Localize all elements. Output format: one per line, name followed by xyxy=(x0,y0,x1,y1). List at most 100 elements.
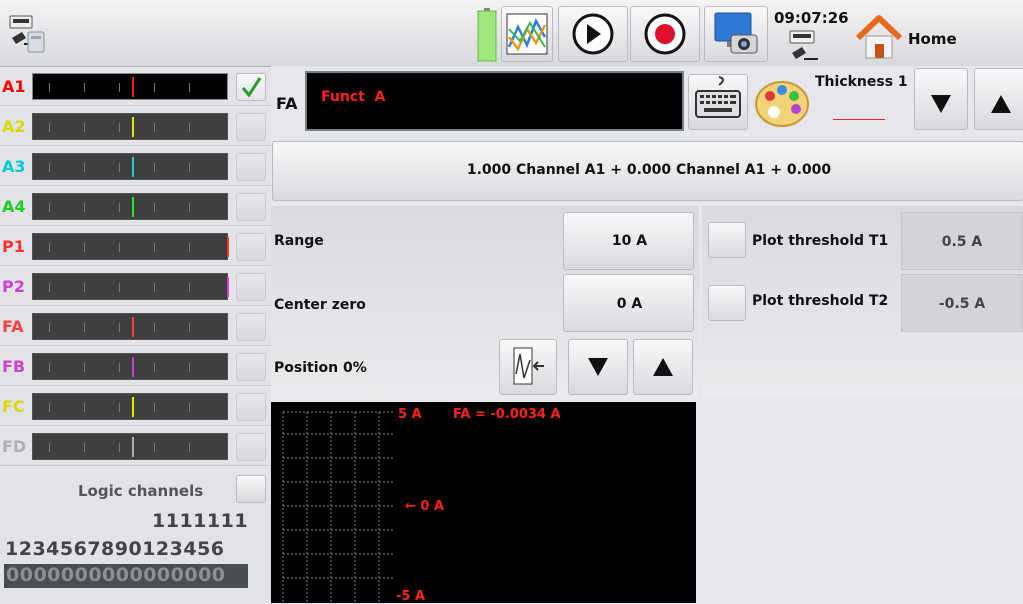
channel-row-p1[interactable]: P1 xyxy=(0,229,271,266)
trace-tick xyxy=(49,203,50,212)
trace-tick xyxy=(189,83,190,92)
channel-row-a3[interactable]: A3 xyxy=(0,149,271,186)
position-label: Position 0% xyxy=(274,360,367,376)
channel-mini-trace xyxy=(32,73,228,100)
trace-tick xyxy=(119,123,120,132)
center-zero-button[interactable]: 0 A xyxy=(563,274,694,332)
channel-label: FD xyxy=(2,437,27,456)
chart-view-icon xyxy=(506,13,548,55)
scope-grid xyxy=(282,411,393,603)
channel-label: P2 xyxy=(2,277,25,296)
trace-position-marker xyxy=(227,277,229,297)
trace-tick xyxy=(49,283,50,292)
trace-tick xyxy=(119,323,120,332)
channel-checkbox[interactable] xyxy=(236,113,266,141)
trace-tick xyxy=(119,443,120,452)
channel-label: A4 xyxy=(2,197,26,216)
screenshot-button[interactable] xyxy=(704,6,768,62)
trace-tick xyxy=(84,123,85,132)
auto-position-button[interactable] xyxy=(499,339,557,395)
channel-mini-trace xyxy=(32,393,228,420)
logic-row-tens: 1111111 xyxy=(152,510,249,532)
keyboard-button[interactable] xyxy=(688,74,748,130)
threshold-t1-value-button[interactable]: 0.5 A xyxy=(901,212,1023,270)
trace-position-marker xyxy=(132,157,134,177)
logic-row-states: 0000000000000000 xyxy=(4,564,248,588)
trace-position-marker xyxy=(132,117,134,137)
channel-mini-trace xyxy=(32,193,228,220)
play-button[interactable] xyxy=(558,6,628,62)
threshold-t2-checkbox[interactable] xyxy=(708,285,746,321)
trace-tick xyxy=(84,243,85,252)
channel-label: A2 xyxy=(2,117,26,136)
home-label: Home xyxy=(908,30,957,48)
channel-checkbox[interactable] xyxy=(236,273,266,301)
trace-tick xyxy=(119,203,120,212)
screenshot-icon xyxy=(714,12,758,54)
threshold-t2-value: -0.5 A xyxy=(938,296,986,312)
trace-tick xyxy=(189,323,190,332)
chart-view-button[interactable] xyxy=(501,6,553,62)
trace-tick xyxy=(154,243,155,252)
scope-readout: FA = -0.0034 A xyxy=(453,407,561,422)
color-palette-button[interactable] xyxy=(752,76,812,130)
trace-position-marker xyxy=(227,237,229,257)
position-down-button[interactable] xyxy=(568,339,628,395)
arrow-down-icon xyxy=(931,95,951,113)
channel-checkbox[interactable] xyxy=(236,153,266,181)
waveform-arrow-icon xyxy=(513,347,544,385)
channel-checkbox[interactable] xyxy=(236,393,266,421)
trace-tick xyxy=(84,163,85,172)
position-up-button[interactable] xyxy=(633,339,693,395)
function-tag: FA xyxy=(276,94,298,113)
channel-mini-trace xyxy=(32,113,228,140)
function-name-field[interactable]: Funct A xyxy=(305,71,684,131)
channel-row-fd[interactable]: FD xyxy=(0,429,271,466)
home-button[interactable]: Home xyxy=(852,10,970,62)
center-zero-label: Center zero xyxy=(274,297,366,313)
logic-channels-checkbox[interactable] xyxy=(236,475,266,503)
channel-row-a2[interactable]: A2 xyxy=(0,109,271,146)
formula-button[interactable]: 1.000 Channel A1 + 0.000 Channel A1 + 0.… xyxy=(272,141,1023,201)
usb-storage-icon[interactable] xyxy=(8,14,46,54)
channel-row-a4[interactable]: A4 xyxy=(0,189,271,226)
threshold-t1-value: 0.5 A xyxy=(941,234,983,250)
play-icon xyxy=(572,13,614,55)
channel-mini-trace xyxy=(32,353,228,380)
record-button[interactable] xyxy=(630,6,700,62)
trace-tick xyxy=(49,243,50,252)
trace-tick xyxy=(189,203,190,212)
range-button[interactable]: 10 A xyxy=(563,212,694,270)
channel-checkbox[interactable] xyxy=(236,193,266,221)
channel-checkbox[interactable] xyxy=(236,433,266,461)
channel-checkbox[interactable] xyxy=(236,313,266,341)
thickness-down-button[interactable] xyxy=(914,68,968,130)
channel-checkbox[interactable] xyxy=(236,353,266,381)
channel-row-fc[interactable]: FC xyxy=(0,389,271,426)
trace-tick xyxy=(119,403,120,412)
range-value: 10 A xyxy=(611,233,648,249)
channel-label: P1 xyxy=(2,237,25,256)
function-name-value: Funct A xyxy=(321,89,386,105)
channel-row-a1[interactable]: A1 xyxy=(0,69,271,106)
trace-tick xyxy=(154,323,155,332)
channel-row-p2[interactable]: P2 xyxy=(0,269,271,306)
channel-mini-trace xyxy=(32,153,228,180)
channel-selected-checkbox[interactable] xyxy=(236,73,266,101)
channel-mini-trace xyxy=(32,233,229,260)
trace-tick xyxy=(154,403,155,412)
thickness-up-button[interactable] xyxy=(974,68,1023,130)
channel-mini-trace xyxy=(32,313,228,340)
trace-tick xyxy=(49,323,50,332)
threshold-t1-checkbox[interactable] xyxy=(708,222,746,258)
trace-position-marker xyxy=(132,197,134,217)
home-icon xyxy=(855,15,903,59)
trace-tick xyxy=(189,363,190,372)
logic-row-units: 1234567890123456 xyxy=(5,538,225,560)
channel-row-fa[interactable]: FA xyxy=(0,309,271,346)
trace-tick xyxy=(154,83,155,92)
record-icon xyxy=(644,13,686,55)
channel-row-fb[interactable]: FB xyxy=(0,349,271,386)
channel-checkbox[interactable] xyxy=(236,233,266,261)
threshold-t2-value-button[interactable]: -0.5 A xyxy=(901,274,1023,332)
